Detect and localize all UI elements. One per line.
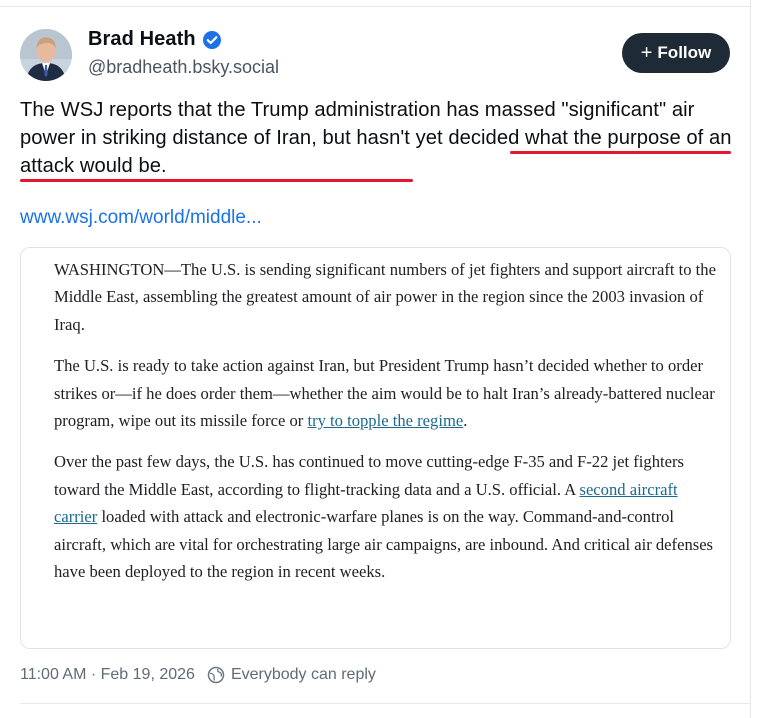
top-divider xyxy=(0,6,750,7)
article-paragraph: The U.S. is ready to take action against… xyxy=(54,352,722,434)
verified-badge-icon xyxy=(202,30,222,50)
globe-icon xyxy=(207,666,225,684)
author-handle[interactable]: @bradheath.bsky.social xyxy=(88,57,279,78)
external-link[interactable]: www.wsj.com/world/middle... xyxy=(20,207,262,229)
avatar[interactable] xyxy=(20,29,72,81)
article-excerpt: WASHINGTON—The U.S. is sending significa… xyxy=(54,256,722,599)
article-paragraph: Over the past few days, the U.S. has con… xyxy=(54,448,722,585)
follow-button[interactable]: + Follow xyxy=(622,33,730,73)
red-underline-annotation xyxy=(20,179,413,182)
post-timestamp[interactable]: 11:00 AM · Feb 19, 2026 xyxy=(20,666,195,684)
reply-setting[interactable]: Everybody can reply xyxy=(231,666,376,684)
quoted-article-card[interactable]: WASHINGTON—The U.S. is sending significa… xyxy=(20,247,731,649)
right-divider xyxy=(750,0,751,718)
post-text: The WSJ reports that the Trump administr… xyxy=(20,96,740,180)
plus-icon: + xyxy=(640,42,653,64)
article-inline-link[interactable]: try to topple the regime xyxy=(307,411,463,430)
post-meta: 11:00 AM · Feb 19, 2026 Everybody can re… xyxy=(20,666,376,684)
article-text: . xyxy=(463,411,468,431)
follow-button-label: Follow xyxy=(657,43,712,62)
article-text: loaded with attack and electronic-warfar… xyxy=(54,507,714,582)
avatar-photo-icon xyxy=(20,29,72,81)
author-name-row: Brad Heath xyxy=(88,28,222,51)
red-underline-annotation xyxy=(510,151,731,154)
bottom-divider xyxy=(20,703,750,704)
author-display-name[interactable]: Brad Heath xyxy=(88,28,196,51)
article-paragraph: WASHINGTON—The U.S. is sending significa… xyxy=(54,260,716,334)
